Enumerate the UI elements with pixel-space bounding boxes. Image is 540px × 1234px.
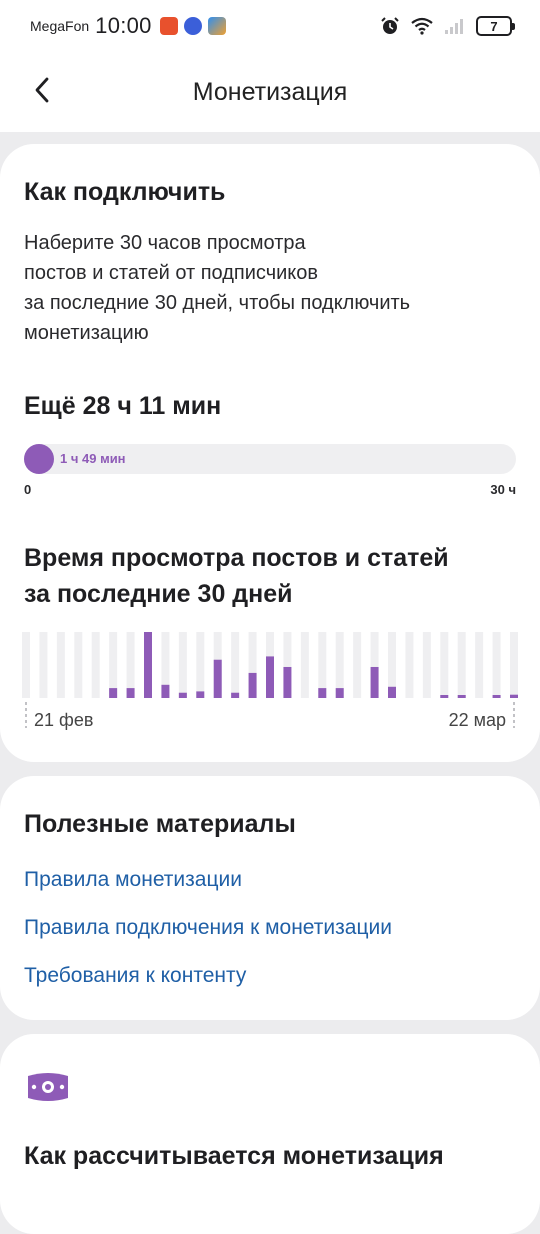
chart-bar-track	[178, 632, 187, 698]
chart-bar	[231, 692, 240, 698]
chart-bar	[248, 672, 257, 698]
link-content-requirements[interactable]: Требования к контенту	[24, 964, 246, 988]
progress-min-label: 0	[24, 482, 32, 497]
chart-bar	[161, 684, 170, 698]
carrier-name: MegaFon	[30, 18, 90, 34]
chevron-left-icon	[35, 77, 49, 103]
chart-bar	[335, 688, 344, 698]
chart-bar	[126, 688, 135, 698]
notification-app-icon-3	[207, 17, 226, 35]
remaining-time: Ещё 28 ч 11 мин	[24, 392, 222, 420]
calculation-title: Как рассчитывается монетизация	[24, 1142, 444, 1170]
chart-bar-track	[22, 632, 30, 698]
notification-app-icon-2	[183, 17, 202, 35]
chart-bar	[196, 691, 205, 698]
progress-current-label: 1 ч 49 мин	[60, 451, 126, 466]
chart-bar-track	[335, 632, 344, 698]
description-line: Наберите 30 часов просмотра	[24, 232, 306, 254]
monetization-calculation-card: Как рассчитывается монетизация	[0, 1034, 540, 1234]
chart-bar	[457, 695, 466, 698]
chart-bar	[440, 695, 449, 698]
page-title: Монетизация	[192, 77, 348, 106]
how-to-connect-description: Наберите 30 часов просмотра постов и ста…	[24, 228, 410, 348]
view-time-title-line: за последние 30 дней	[24, 580, 293, 608]
chart-bar	[370, 666, 379, 698]
chart-bar	[318, 688, 327, 698]
chart-bar	[266, 656, 274, 698]
chart-start-label: 21 фев	[34, 710, 94, 730]
notification-app-icon-1	[159, 17, 178, 35]
chart-bar-track	[405, 632, 414, 698]
signal-icon	[445, 19, 463, 34]
description-line: постов и статей от подписчиков	[24, 262, 319, 284]
chart-bar-track	[492, 632, 501, 698]
chart-bar-track	[109, 632, 118, 698]
link-connection-rules[interactable]: Правила подключения к монетизации	[24, 916, 392, 940]
description-line: монетизацию	[24, 322, 149, 344]
wifi-icon	[411, 17, 433, 35]
chart-bar-track	[231, 632, 240, 698]
useful-materials-card: Полезные материалы Правила монетизации П…	[0, 776, 540, 1020]
status-icons: 7	[380, 16, 515, 36]
money-icon	[28, 1073, 68, 1101]
description-line: за последние 30 дней, чтобы подключить	[24, 292, 411, 314]
how-to-connect-title: Как подключить	[24, 178, 226, 206]
chart-bar-track	[422, 632, 431, 698]
monetization-progress-card: Как подключить Наберите 30 часов просмот…	[0, 144, 540, 762]
progress-bar: 1 ч 49 мин	[24, 444, 516, 474]
view-time-title-line: Время просмотра постов и статей	[24, 544, 449, 572]
status-bar: MegaFon 10:00 7	[0, 0, 540, 52]
chart-bar-track	[510, 632, 518, 698]
chart-end-label: 22 мар	[448, 710, 506, 730]
chart-bar	[213, 659, 222, 698]
chart-bar-track	[56, 632, 65, 698]
chart-bar	[492, 695, 501, 698]
chart-bar	[388, 686, 396, 698]
view-time-title: Время просмотра постов и статей за после…	[24, 540, 449, 612]
battery-indicator: 7	[476, 16, 515, 36]
chart-bar	[510, 694, 518, 698]
materials-title: Полезные материалы	[24, 810, 296, 838]
chart-bar	[144, 632, 152, 698]
progress-fill	[24, 444, 54, 474]
chart-bar-track	[74, 632, 83, 698]
chart-bar	[283, 666, 292, 698]
app-header: Монетизация	[0, 52, 540, 132]
clock: 10:00	[95, 13, 152, 38]
chart-bar-track	[300, 632, 309, 698]
link-monetization-rules[interactable]: Правила монетизации	[24, 868, 242, 892]
chart-bar-track	[318, 632, 327, 698]
alarm-icon	[381, 17, 399, 34]
chart-bar	[109, 688, 118, 698]
chart-bar-track	[91, 632, 100, 698]
chart-bar-track	[126, 632, 135, 698]
chart-bar-track	[475, 632, 484, 698]
chart-bar-track	[196, 632, 205, 698]
chart-bar-track	[457, 632, 466, 698]
chart-bar-track	[353, 632, 362, 698]
chart-bar-track	[440, 632, 449, 698]
chart-bar-track	[39, 632, 48, 698]
back-button[interactable]	[22, 70, 62, 110]
chart-bar	[178, 692, 187, 698]
progress-max-label: 30 ч	[490, 482, 516, 497]
